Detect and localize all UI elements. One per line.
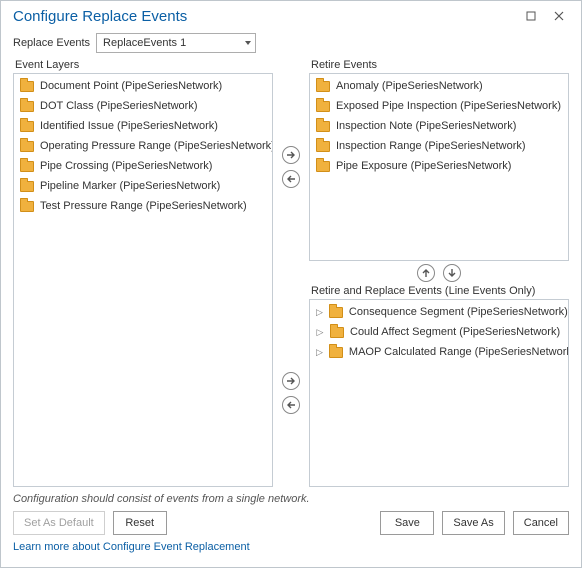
- window-title: Configure Replace Events: [13, 8, 187, 25]
- replace-events-label: Replace Events: [13, 37, 90, 49]
- list-item[interactable]: Pipe Exposure (PipeSeriesNetwork): [310, 156, 568, 176]
- list-item[interactable]: Test Pressure Range (PipeSeriesNetwork): [14, 196, 272, 216]
- list-item[interactable]: ▷ Consequence Segment (PipeSeriesNetwork): [310, 302, 568, 322]
- move-up-button[interactable]: [417, 264, 435, 282]
- list-item[interactable]: ▷ MAOP Calculated Range (PipeSeriesNetwor…: [310, 342, 568, 362]
- replace-events-row: Replace Events ReplaceEvents 1: [13, 33, 569, 53]
- list-item[interactable]: Operating Pressure Range (PipeSeriesNetw…: [14, 136, 272, 156]
- list-item[interactable]: Pipe Crossing (PipeSeriesNetwork): [14, 156, 272, 176]
- list-item-label: MAOP Calculated Range (PipeSeriesNetwork…: [349, 344, 569, 360]
- set-default-button[interactable]: Set As Default: [13, 511, 105, 535]
- move-buttons-top: [277, 73, 305, 261]
- list-item-label: Pipe Crossing (PipeSeriesNetwork): [40, 158, 212, 174]
- layer-icon: [329, 347, 343, 358]
- list-item[interactable]: Inspection Note (PipeSeriesNetwork): [310, 116, 568, 136]
- list-item-label: Could Affect Segment (PipeSeriesNetwork): [350, 324, 560, 340]
- event-layers-label: Event Layers: [13, 59, 273, 71]
- list-item-label: Document Point (PipeSeriesNetwork): [40, 78, 222, 94]
- layer-icon: [20, 181, 34, 192]
- list-item-label: Test Pressure Range (PipeSeriesNetwork): [40, 198, 247, 214]
- list-item[interactable]: Document Point (PipeSeriesNetwork): [14, 76, 272, 96]
- layer-icon: [20, 141, 34, 152]
- list-item[interactable]: Exposed Pipe Inspection (PipeSeriesNetwo…: [310, 96, 568, 116]
- list-item-label: Consequence Segment (PipeSeriesNetwork): [349, 304, 568, 320]
- move-right-button-2[interactable]: [282, 372, 300, 390]
- list-item[interactable]: ▷ Could Affect Segment (PipeSeriesNetwork…: [310, 322, 568, 342]
- layer-icon: [20, 101, 34, 112]
- layer-icon: [329, 307, 343, 318]
- dialog: Configure Replace Events Replace Events …: [0, 0, 582, 568]
- layer-icon: [20, 201, 34, 212]
- move-down-button[interactable]: [443, 264, 461, 282]
- list-item-label: DOT Class (PipeSeriesNetwork): [40, 98, 198, 114]
- layer-icon: [316, 161, 330, 172]
- list-item-label: Pipe Exposure (PipeSeriesNetwork): [336, 158, 511, 174]
- list-item[interactable]: Anomaly (PipeSeriesNetwork): [310, 76, 568, 96]
- list-item-label: Identified Issue (PipeSeriesNetwork): [40, 118, 218, 134]
- move-buttons-bottom: [277, 299, 305, 487]
- layer-icon: [20, 161, 34, 172]
- retire-replace-list[interactable]: ▷ Consequence Segment (PipeSeriesNetwork)…: [309, 299, 569, 487]
- reset-button[interactable]: Reset: [113, 511, 167, 535]
- layer-icon: [316, 101, 330, 112]
- list-item-label: Pipeline Marker (PipeSeriesNetwork): [40, 178, 220, 194]
- retire-events-list[interactable]: Anomaly (PipeSeriesNetwork) Exposed Pipe …: [309, 73, 569, 261]
- cancel-button[interactable]: Cancel: [513, 511, 569, 535]
- layer-icon: [316, 141, 330, 152]
- close-button[interactable]: [545, 4, 573, 28]
- content: Replace Events ReplaceEvents 1 Event Lay…: [1, 31, 581, 567]
- tree-expand-icon[interactable]: ▷: [316, 304, 323, 320]
- chevron-down-icon: [245, 41, 251, 45]
- layer-icon: [316, 81, 330, 92]
- reorder-buttons: [309, 261, 569, 285]
- list-item[interactable]: Pipeline Marker (PipeSeriesNetwork): [14, 176, 272, 196]
- tree-expand-icon[interactable]: ▷: [316, 344, 323, 360]
- replace-events-combo-value: ReplaceEvents 1: [103, 37, 186, 49]
- learn-more-link[interactable]: Learn more about Configure Event Replace…: [13, 541, 569, 559]
- move-right-button[interactable]: [282, 146, 300, 164]
- list-item[interactable]: Identified Issue (PipeSeriesNetwork): [14, 116, 272, 136]
- retire-replace-label: Retire and Replace Events (Line Events O…: [309, 285, 569, 297]
- list-item-label: Inspection Range (PipeSeriesNetwork): [336, 138, 526, 154]
- maximize-button[interactable]: [517, 4, 545, 28]
- layer-icon: [330, 327, 344, 338]
- layer-icon: [20, 121, 34, 132]
- event-layers-list[interactable]: Document Point (PipeSeriesNetwork) DOT Cl…: [13, 73, 273, 487]
- list-item[interactable]: Inspection Range (PipeSeriesNetwork): [310, 136, 568, 156]
- layer-icon: [316, 121, 330, 132]
- tree-expand-icon[interactable]: ▷: [316, 324, 324, 340]
- save-button[interactable]: Save: [380, 511, 434, 535]
- titlebar: Configure Replace Events: [1, 1, 581, 31]
- replace-events-combo[interactable]: ReplaceEvents 1: [96, 33, 256, 53]
- list-item-label: Anomaly (PipeSeriesNetwork): [336, 78, 483, 94]
- move-left-button-2[interactable]: [282, 396, 300, 414]
- retire-events-label: Retire Events: [309, 59, 569, 71]
- layer-icon: [20, 81, 34, 92]
- panels: Event Layers Retire Events Document Poin…: [13, 59, 569, 487]
- save-as-button[interactable]: Save As: [442, 511, 504, 535]
- list-item-label: Exposed Pipe Inspection (PipeSeriesNetwo…: [336, 98, 561, 114]
- list-item-label: Inspection Note (PipeSeriesNetwork): [336, 118, 516, 134]
- button-bar: Set As Default Reset Save Save As Cancel: [13, 511, 569, 541]
- hint-text: Configuration should consist of events f…: [13, 493, 569, 505]
- list-item[interactable]: DOT Class (PipeSeriesNetwork): [14, 96, 272, 116]
- list-item-label: Operating Pressure Range (PipeSeriesNetw…: [40, 138, 273, 154]
- move-left-button[interactable]: [282, 170, 300, 188]
